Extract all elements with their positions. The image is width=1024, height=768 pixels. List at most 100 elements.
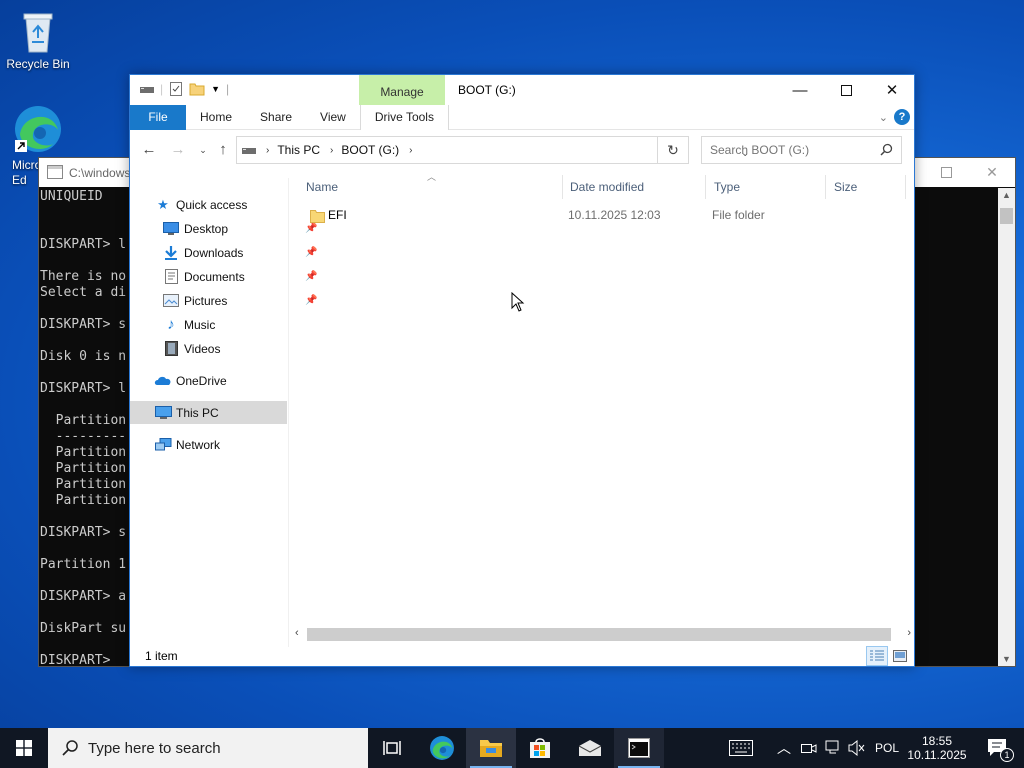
help-icon[interactable]: ?	[894, 109, 910, 125]
taskbar-store-button[interactable]	[516, 728, 564, 768]
clock[interactable]: 18:55 10.11.2025	[904, 728, 970, 768]
column-header-name[interactable]: Name	[298, 175, 563, 199]
tab-share[interactable]: Share	[246, 105, 306, 130]
recycle-bin-shortcut[interactable]: Recycle Bin	[0, 8, 76, 71]
touch-keyboard-button[interactable]	[724, 728, 758, 768]
expand-ribbon-icon[interactable]: ⌄	[879, 111, 888, 124]
mail-icon	[578, 740, 602, 756]
scroll-right-icon[interactable]: ›	[907, 627, 911, 639]
navigation-pane: ★ Quick access Desktop 📌 Downloads 📌 Doc…	[130, 178, 317, 648]
forward-button[interactable]: →	[168, 140, 188, 160]
tray-network[interactable]	[822, 728, 844, 768]
edge-label: Micro Ed	[12, 158, 42, 187]
horizontal-scroll-thumb[interactable]	[307, 628, 891, 641]
nav-network[interactable]: Network	[154, 433, 288, 456]
search-icon	[62, 740, 78, 756]
file-explorer-window[interactable]: | ▼ | Manage BOOT (G:) — ✕ File Home Sha…	[129, 74, 915, 667]
navigation-bar: ← → ⌄ ↑ › This PC › BOOT (G:) › ⌄ ↻	[130, 134, 914, 166]
nav-this-pc[interactable]: This PC	[130, 401, 287, 424]
nav-quick-access[interactable]: ★ Quick access	[154, 193, 284, 216]
search-icon	[880, 143, 893, 156]
scroll-left-icon[interactable]: ‹	[295, 627, 299, 639]
documents-icon	[162, 269, 180, 284]
windows-logo-icon	[16, 740, 32, 756]
tab-file[interactable]: File	[130, 105, 186, 130]
download-icon	[162, 245, 180, 260]
console-scroll-thumb[interactable]	[1000, 208, 1013, 224]
ribbon-tabs: File Home Share View Drive Tools	[130, 105, 914, 130]
tray-volume[interactable]	[846, 728, 868, 768]
nav-label: OneDrive	[176, 373, 227, 388]
column-header-size[interactable]: Size	[826, 175, 906, 199]
console-scrollbar[interactable]: ▲ ▼	[998, 188, 1015, 666]
file-row[interactable]: EFI 10.11.2025 12:03 File folder	[300, 205, 900, 227]
tray-meet-now[interactable]	[798, 728, 820, 768]
maximize-button[interactable]	[823, 75, 869, 105]
nav-downloads[interactable]: Downloads 📌	[162, 241, 317, 264]
address-bar[interactable]: › This PC › BOOT (G:) › ⌄	[236, 136, 749, 164]
search-input[interactable]	[702, 137, 872, 163]
tab-home[interactable]: Home	[186, 105, 246, 130]
breadcrumb-this-pc[interactable]: This PC	[277, 143, 320, 157]
taskbar: Type here to search ︿ POL 18:55 10.11.20…	[0, 728, 1024, 768]
onedrive-cloud-icon	[154, 375, 172, 386]
action-center-button[interactable]: 1	[976, 728, 1020, 768]
edge-icon	[15, 106, 61, 152]
nav-videos[interactable]: Videos	[162, 337, 288, 360]
recycle-bin-label: Recycle Bin	[6, 57, 70, 71]
cmd-icon	[628, 738, 650, 758]
minimize-button[interactable]: —	[777, 75, 823, 105]
clock-time: 18:55	[921, 734, 953, 748]
scroll-up-icon[interactable]: ▲	[998, 190, 1015, 200]
nav-desktop[interactable]: Desktop 📌	[162, 217, 317, 240]
recent-locations-button[interactable]: ⌄	[193, 140, 213, 160]
horizontal-scrollbar[interactable]: ‹ ›	[291, 626, 915, 643]
taskbar-cmd-button[interactable]	[614, 728, 664, 768]
back-button[interactable]: ←	[139, 140, 159, 160]
taskbar-edge-button[interactable]	[418, 728, 466, 768]
scroll-down-icon[interactable]: ▼	[998, 654, 1015, 664]
customize-toolbar-icon[interactable]: ▼	[211, 84, 220, 94]
window-title: BOOT (G:)	[458, 83, 516, 97]
breadcrumb-separator-icon[interactable]: ›	[266, 145, 269, 156]
nav-label: Videos	[184, 341, 221, 356]
console-close-button[interactable]: ✕	[969, 158, 1015, 187]
network-icon	[154, 437, 172, 452]
taskbar-mail-button[interactable]	[566, 728, 614, 768]
explorer-titlebar[interactable]: | ▼ | Manage BOOT (G:) — ✕	[130, 75, 914, 105]
details-view-button[interactable]	[866, 646, 888, 666]
nav-onedrive[interactable]: OneDrive	[154, 369, 288, 392]
large-icons-view-button[interactable]	[889, 646, 911, 666]
search-box[interactable]	[701, 136, 902, 164]
taskbar-search-box[interactable]: Type here to search	[48, 728, 368, 768]
console-title: C:\windows	[69, 165, 131, 180]
breadcrumb-separator-icon[interactable]: ›	[330, 145, 333, 156]
new-folder-icon[interactable]	[189, 82, 205, 96]
tab-drive-tools[interactable]: Drive Tools	[359, 105, 449, 130]
refresh-button[interactable]: ↻	[658, 136, 689, 164]
nav-music[interactable]: ♪ Music	[162, 313, 288, 336]
breadcrumb-boot-drive[interactable]: BOOT (G:)	[341, 143, 399, 157]
taskbar-file-explorer-button[interactable]	[466, 728, 516, 768]
show-hidden-icons-button[interactable]: ︿	[774, 728, 794, 768]
recycle-bin-icon	[23, 13, 53, 53]
column-header-date[interactable]: Date modified	[562, 175, 706, 199]
column-header-type[interactable]: Type	[706, 175, 826, 199]
task-view-button[interactable]	[368, 728, 416, 768]
input-language[interactable]: POL	[870, 728, 904, 768]
pane-divider[interactable]	[288, 178, 289, 647]
tab-view[interactable]: View	[306, 105, 360, 130]
tab-manage[interactable]: Manage	[359, 75, 445, 105]
edge-shortcut[interactable]: Micro Ed	[0, 104, 76, 187]
close-button[interactable]: ✕	[869, 75, 915, 105]
console-maximize-button[interactable]	[923, 158, 969, 187]
up-button[interactable]: ↑	[213, 140, 233, 160]
edge-icon	[430, 736, 454, 760]
nav-label: Desktop	[184, 221, 229, 236]
breadcrumb-separator-icon[interactable]: ›	[409, 145, 412, 156]
start-button[interactable]	[0, 728, 48, 768]
nav-pictures[interactable]: Pictures 📌	[162, 289, 317, 312]
properties-icon[interactable]	[169, 82, 183, 96]
nav-label: Quick access	[176, 197, 248, 212]
nav-documents[interactable]: Documents 📌	[162, 265, 317, 288]
